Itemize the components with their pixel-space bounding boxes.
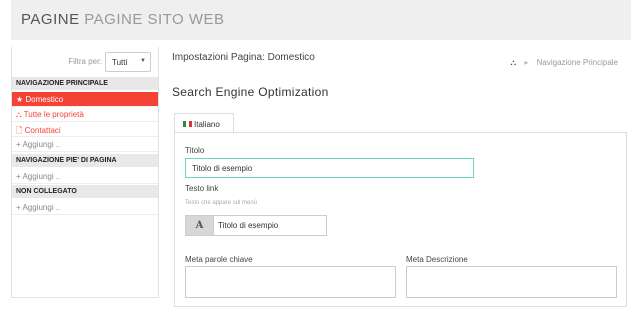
add-main-item-button[interactable]: + Aggiungi ..	[12, 137, 158, 152]
chevron-down-icon: ▼	[140, 58, 146, 64]
testo-link-help: Testo che appare sul menù	[185, 200, 258, 206]
chevron-right-icon: ▸	[524, 58, 529, 67]
italy-flag-icon	[183, 121, 192, 127]
filter-select[interactable]: Tutti ▼	[105, 52, 151, 72]
sidebar-item-tutte[interactable]: ⛬ Tutte le proprietà	[12, 107, 158, 122]
meta-description-label: Meta Descrizione	[406, 255, 468, 264]
text-format-icon: A	[186, 216, 214, 235]
page-header: PAGINE PAGINE SITO WEB	[11, 0, 631, 40]
add-footer-item-button[interactable]: + Aggiungi ..	[12, 169, 158, 184]
breadcrumb-link[interactable]: Navigazione Principale	[537, 58, 618, 67]
filter-label: Filtra per:	[68, 57, 102, 66]
sitemap-icon: ⛬	[510, 58, 517, 67]
testo-link-input[interactable]: A Titolo di esempio	[185, 215, 327, 236]
breadcrumb: ⛬ ▸ Navigazione Principale	[511, 58, 618, 68]
meta-keywords-label: Meta parole chiave	[185, 255, 253, 264]
sidebar-section-footer: NAVIGAZIONE PIE' DI PAGINA	[12, 154, 158, 167]
sidebar-item-contattaci[interactable]: 🗋 Contattaci	[12, 122, 158, 137]
meta-keywords-input[interactable]	[185, 266, 396, 298]
breadcrumb-title: Impostazioni Pagina: Domestico	[172, 52, 315, 63]
testo-link-label: Testo link	[185, 184, 219, 193]
add-unlinked-item-button[interactable]: + Aggiungi ..	[12, 200, 158, 215]
tab-italiano[interactable]: Italiano	[174, 113, 234, 133]
sidebar-section-main: NAVIGAZIONE PRINCIPALE	[12, 77, 158, 90]
seo-panel: Titolo Titolo di esempio Testo link Test…	[174, 132, 627, 307]
titolo-input[interactable]: Titolo di esempio	[185, 158, 474, 178]
filter-row: Filtra per: Tutti ▼	[12, 49, 158, 73]
sidebar-item-domestico[interactable]: ★ Domestico	[12, 92, 158, 107]
meta-description-input[interactable]	[406, 266, 617, 298]
page-title: PAGINE PAGINE SITO WEB	[21, 11, 225, 28]
titolo-label: Titolo	[185, 146, 205, 155]
sidebar: Filtra per: Tutti ▼ NAVIGAZIONE PRINCIPA…	[11, 47, 159, 298]
sidebar-section-unlinked: NON COLLEGATO	[12, 185, 158, 198]
section-title: Search Engine Optimization	[172, 85, 329, 99]
